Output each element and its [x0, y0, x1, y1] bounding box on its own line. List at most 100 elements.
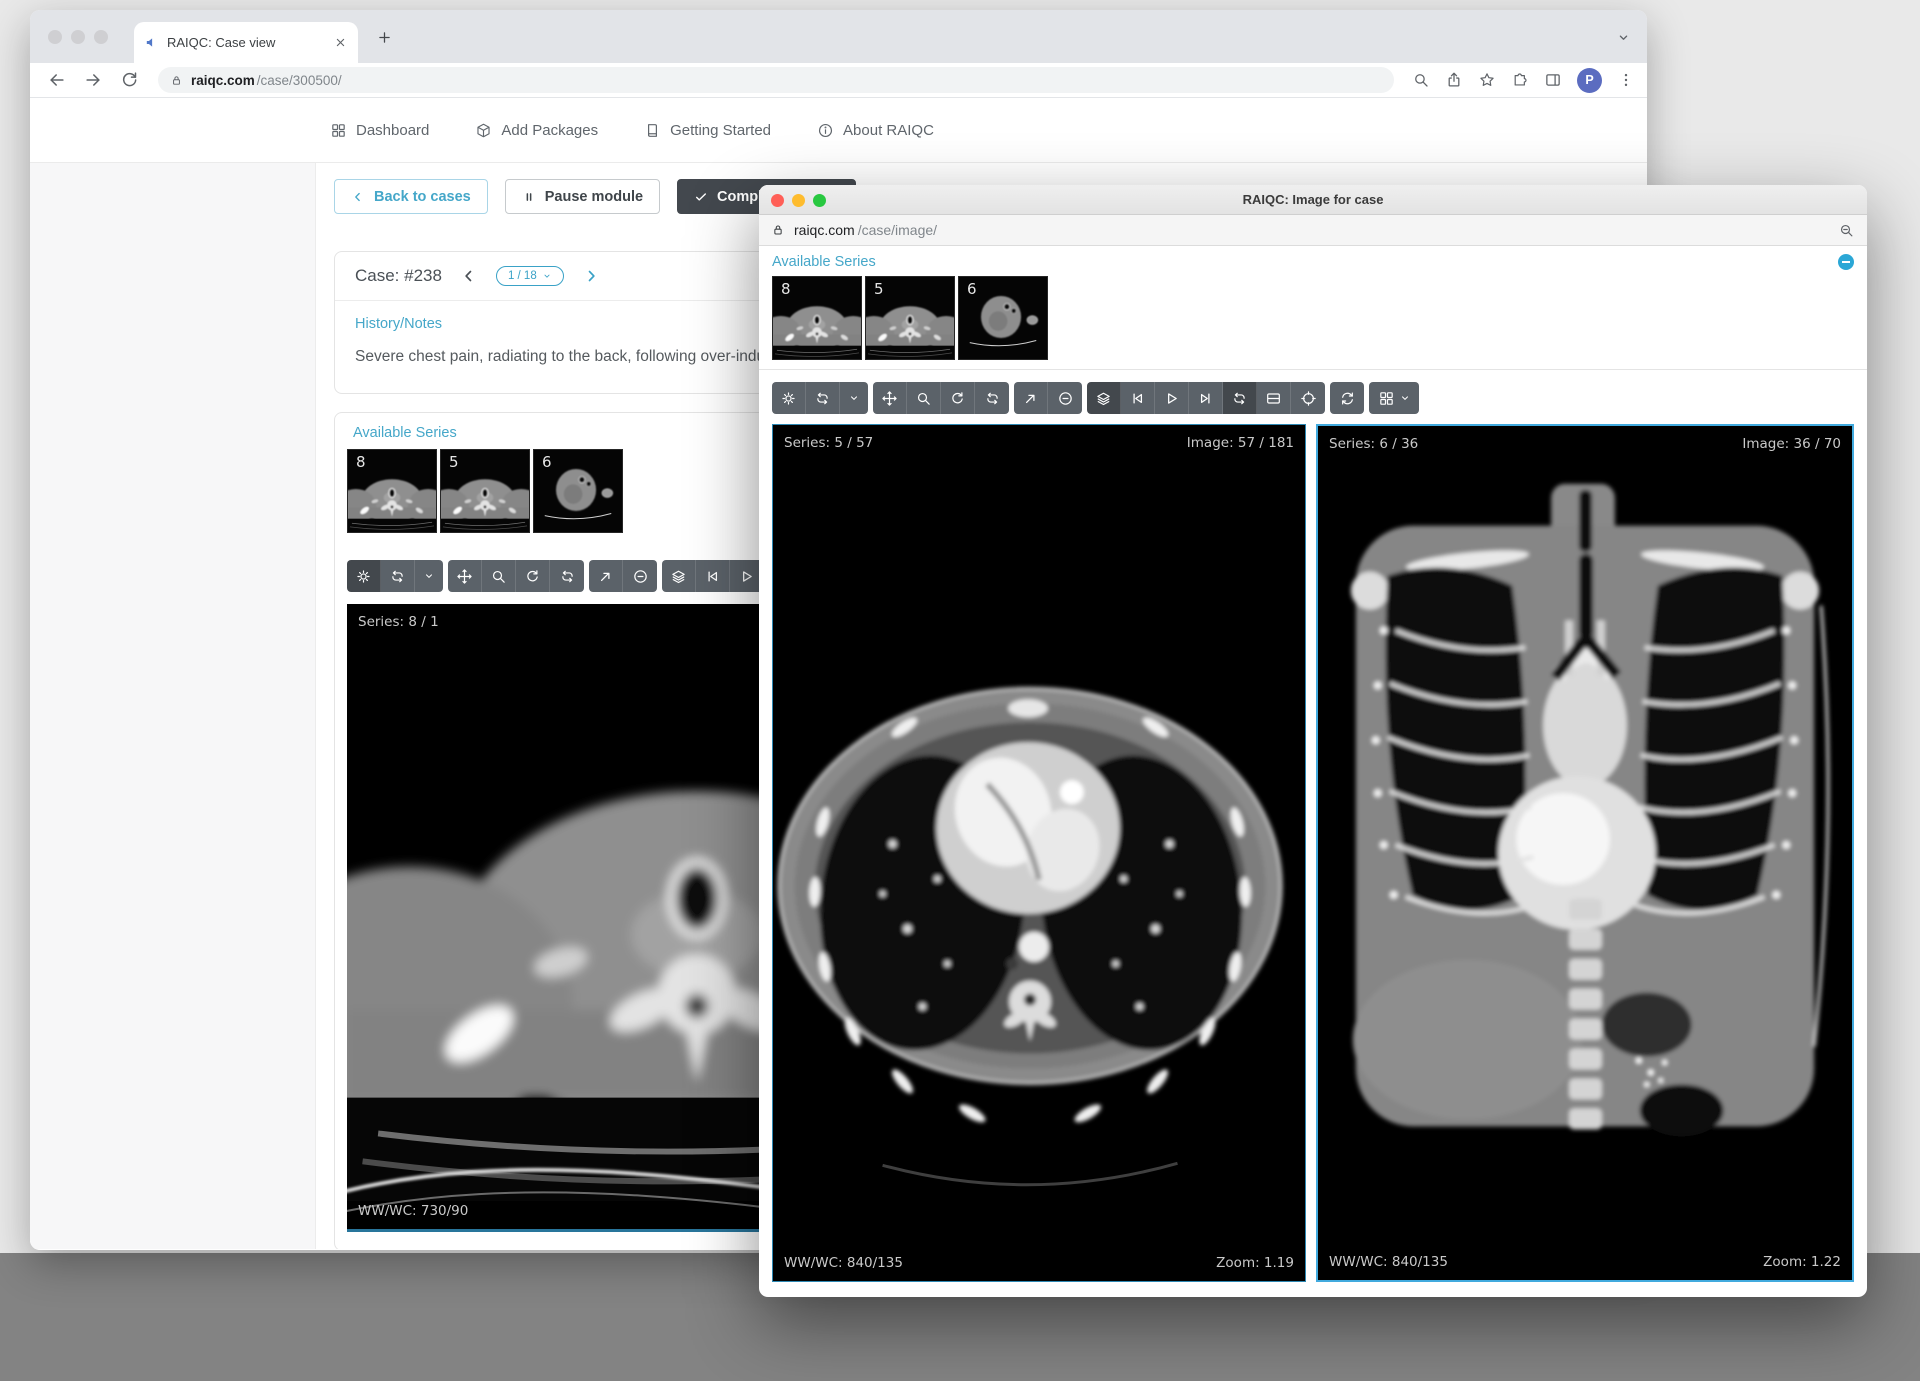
pan-button[interactable]: [448, 560, 482, 592]
collapse-series-button[interactable]: [1838, 254, 1854, 270]
chevron-down-icon: [1399, 392, 1411, 404]
viewer-image-label: Image: 57 / 181: [1187, 435, 1294, 451]
window-controls[interactable]: [771, 194, 826, 207]
pause-icon: [522, 190, 536, 204]
popup-address-bar[interactable]: raiqc.com/case/image/: [759, 215, 1867, 246]
layout-grid-icon: [1378, 390, 1395, 407]
lock-icon: [771, 223, 785, 237]
tool-options-button[interactable]: [840, 382, 868, 414]
popup-title-bar[interactable]: RAIQC: Image for case: [759, 185, 1867, 215]
series-thumbnail-8[interactable]: 8: [772, 276, 862, 360]
thumbnail-number: 5: [874, 280, 884, 298]
address-bar[interactable]: raiqc.com/case/300500/: [158, 67, 1394, 93]
tool-options-button[interactable]: [415, 560, 443, 592]
series-thumbnails: 8 5 6: [772, 276, 1854, 360]
layers-button[interactable]: [1087, 382, 1121, 414]
previous-case-icon[interactable]: [460, 267, 478, 285]
nav-item-dashboard[interactable]: Dashboard: [330, 122, 429, 139]
thumbnail-number: 8: [356, 453, 366, 471]
first-frame-button[interactable]: [1121, 382, 1155, 414]
case-pagination-dropdown[interactable]: 1 / 18: [496, 266, 564, 286]
window-controls[interactable]: [48, 30, 108, 44]
pause-module-button[interactable]: Pause module: [505, 179, 660, 214]
rotate-icon: [949, 390, 966, 407]
tab-search-chevron-icon[interactable]: [1616, 30, 1631, 45]
play-icon: [1163, 390, 1180, 407]
popup-viewer-toolbar: [772, 382, 1854, 414]
pan-button[interactable]: [873, 382, 907, 414]
popup-window-title: RAIQC: Image for case: [1243, 192, 1384, 207]
close-window-button[interactable]: [771, 194, 784, 207]
zoom-button[interactable]: [907, 382, 941, 414]
refresh-button[interactable]: [1330, 382, 1364, 414]
cine-loop-button[interactable]: [381, 560, 415, 592]
next-case-icon[interactable]: [582, 267, 600, 285]
layers-button[interactable]: [662, 560, 696, 592]
erase-annotation-button[interactable]: [623, 560, 657, 592]
series-thumbnail-5[interactable]: 5: [440, 449, 530, 533]
side-panel-icon[interactable]: [1544, 71, 1562, 89]
pan-icon: [881, 390, 898, 407]
minimize-window-button[interactable]: [71, 30, 85, 44]
viewport-axial[interactable]: Series: 5 / 57 Image: 57 / 181 WW/WC: 84…: [772, 424, 1306, 1282]
new-tab-button[interactable]: [376, 29, 393, 46]
viewport-coronal[interactable]: Series: 6 / 36 Image: 36 / 70 WW/WC: 840…: [1316, 424, 1854, 1282]
menu-kebab-icon[interactable]: [1617, 71, 1635, 89]
zoom-window-button[interactable]: [813, 194, 826, 207]
tab-audio-icon: [144, 35, 159, 50]
chevron-down-icon: [423, 570, 435, 582]
browser-tab[interactable]: RAIQC: Case view: [134, 22, 358, 63]
series-thumbnail-8[interactable]: 8: [347, 449, 437, 533]
reset-view-button[interactable]: [1291, 382, 1325, 414]
nav-label: About RAIQC: [843, 122, 934, 139]
zoom-button[interactable]: [482, 560, 516, 592]
pause-module-label: Pause module: [545, 189, 643, 205]
nav-item-add-packages[interactable]: Add Packages: [475, 122, 598, 139]
reset-cycle-button[interactable]: [975, 382, 1009, 414]
brightness-button[interactable]: [347, 560, 381, 592]
page-zoom-out-icon[interactable]: [1838, 222, 1855, 239]
close-window-button[interactable]: [48, 30, 62, 44]
zoom-window-button[interactable]: [94, 30, 108, 44]
chevron-left-icon: [351, 190, 365, 204]
nav-item-getting-started[interactable]: Getting Started: [644, 122, 771, 139]
viewer-zoom-label: Zoom: 1.22: [1763, 1254, 1841, 1270]
series-thumbnail-6[interactable]: 6: [958, 276, 1048, 360]
back-icon[interactable]: [47, 70, 67, 90]
reload-icon[interactable]: [119, 70, 139, 90]
erase-annotation-button[interactable]: [1048, 382, 1082, 414]
loop-button[interactable]: [1223, 382, 1257, 414]
minimize-window-button[interactable]: [792, 194, 805, 207]
page-zoom-icon[interactable]: [1412, 71, 1430, 89]
tab-close-icon[interactable]: [333, 35, 348, 50]
profile-avatar[interactable]: P: [1577, 68, 1602, 93]
rotate-button[interactable]: [516, 560, 550, 592]
last-frame-button[interactable]: [1189, 382, 1223, 414]
nav-label: Getting Started: [670, 122, 771, 139]
series-thumbnail-5[interactable]: 5: [865, 276, 955, 360]
case-title: Case: #238: [355, 266, 442, 286]
reset-cycle-button[interactable]: [550, 560, 584, 592]
bookmark-star-icon[interactable]: [1478, 71, 1496, 89]
brightness-icon: [355, 568, 372, 585]
annotate-arrow-button[interactable]: [589, 560, 623, 592]
left-sidebar: [30, 163, 316, 1249]
split-view-button[interactable]: [1257, 382, 1291, 414]
split-view-icon: [1265, 390, 1282, 407]
play-button[interactable]: [1155, 382, 1189, 414]
share-icon[interactable]: [1445, 71, 1463, 89]
annotate-arrow-button[interactable]: [1014, 382, 1048, 414]
skip-start-icon: [1129, 390, 1146, 407]
thumbnail-number: 6: [967, 280, 977, 298]
first-frame-button[interactable]: [696, 560, 730, 592]
cine-loop-button[interactable]: [806, 382, 840, 414]
nav-item-about-raiqc[interactable]: About RAIQC: [817, 122, 934, 139]
back-to-cases-button[interactable]: Back to cases: [334, 179, 488, 214]
extensions-icon[interactable]: [1511, 71, 1529, 89]
rotate-button[interactable]: [941, 382, 975, 414]
layout-grid-button[interactable]: [1369, 382, 1419, 414]
forward-icon[interactable]: [83, 70, 103, 90]
series-thumbnail-6[interactable]: 6: [533, 449, 623, 533]
layers-icon: [1095, 390, 1112, 407]
brightness-button[interactable]: [772, 382, 806, 414]
